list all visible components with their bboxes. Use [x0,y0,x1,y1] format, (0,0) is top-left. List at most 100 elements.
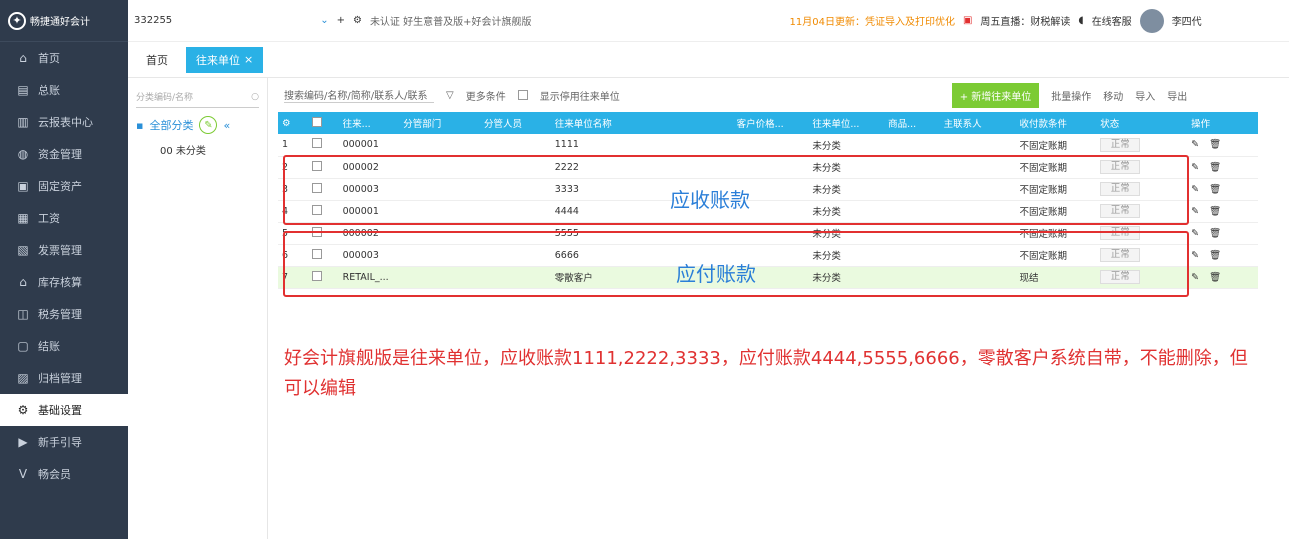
sidebar-item-label: 总账 [38,84,60,97]
select-all-checkbox[interactable] [308,112,339,134]
sidebar-item[interactable]: ◫ 税务管理 [0,298,128,330]
header-cell[interactable]: 收付款条件 [1015,112,1097,134]
user-name[interactable]: 李四代 [1172,13,1202,28]
sidebar-item[interactable]: ▨ 归档管理 [0,362,128,394]
operations-cell: ✎ 🗑 [1187,156,1258,179]
category-search-input[interactable]: 分类编码/名称 ○ [136,86,259,108]
auth-notice: 未认证 好生意普及版+好会计旗舰版 [369,17,532,28]
header-cell[interactable]: 往来单位... [808,112,885,134]
sidebar-item[interactable]: ▥ 云报表中心 [0,106,128,138]
delete-icon[interactable]: 🗑 [1209,228,1221,239]
update-notice[interactable]: 11月04日更新：凭证导入及打印优化 [790,13,955,28]
edit-icon[interactable]: ✎ [199,116,218,134]
header-cell[interactable]: 客户价格... [732,112,809,134]
edit-icon[interactable]: ✎ [1191,272,1199,283]
live-notice[interactable]: 周五直播：财税解读 [980,13,1070,28]
import-button[interactable]: 导入 [1135,88,1155,103]
sidebar-item-label: 结账 [38,340,60,353]
row-number: 1 [278,134,309,157]
header-cell[interactable]: 分管部门 [399,112,481,134]
close-icon[interactable]: × [244,53,253,66]
filter-icon[interactable]: ▽ [446,90,454,101]
avatar[interactable] [1139,8,1164,33]
nav-icon: ▦ [17,211,29,225]
category-tree-root[interactable]: ▪ 全部分类 ✎ « [136,116,259,134]
sidebar-item[interactable]: ▤ 总账 [0,74,128,106]
sidebar-item[interactable]: ⌂ 库存核算 [0,266,128,298]
nav-icon: ▣ [17,179,29,193]
sidebar-item[interactable]: ◍ 资金管理 [0,138,128,170]
tab-home[interactable]: 首页 [136,47,178,73]
delete-icon[interactable]: 🗑 [1209,162,1221,173]
collapse-icon[interactable]: « [223,119,230,132]
header-cell[interactable]: 往来... [338,112,400,134]
header-cell[interactable]: 分管人员 [480,112,551,134]
header-cell[interactable]: 往来单位名称 [550,112,733,134]
edit-icon[interactable]: ✎ [1191,250,1199,261]
show-disabled-checkbox[interactable] [517,90,528,100]
delete-icon[interactable]: 🗑 [1209,206,1221,217]
column-settings-icon[interactable]: ⚙ [278,112,309,134]
more-conditions-button[interactable]: 更多条件 [466,88,506,103]
settings-icon[interactable]: ⚙ [353,15,362,26]
payment-terms: 不固定账期 [1015,134,1097,157]
row-select-checkbox[interactable] [312,138,323,149]
sidebar-item[interactable]: ⌂ 首页 [0,42,128,74]
header-cell[interactable]: 商品... [884,112,940,134]
edit-icon[interactable]: ✎ [1191,139,1199,150]
partner-search-input[interactable]: 搜索编码/名称/简称/联系人/联系 [284,87,434,103]
live-icon[interactable]: ▣ [963,15,972,26]
delete-icon[interactable]: 🗑 [1209,139,1221,150]
nav-icon: ◍ [17,147,29,161]
add-partner-button[interactable]: + 新增往来单位 [951,82,1040,108]
tab-partner[interactable]: 往来单位 × [186,46,264,73]
sidebar-item[interactable]: ▦ 工资 [0,202,128,234]
category-uncategorized[interactable]: 00 未分类 [136,142,259,157]
delete-icon[interactable]: 🗑 [1209,250,1221,261]
headset-icon: ◖ [1078,15,1084,26]
header-cell[interactable]: 状态 [1096,112,1188,134]
nav-icon: ▧ [17,243,29,257]
sidebar-item[interactable]: ▶ 新手引导 [0,426,128,458]
sidebar-item-label: 固定资产 [38,180,82,193]
row-checkbox[interactable] [308,134,339,157]
category-panel: 分类编码/名称 ○ ▪ 全部分类 ✎ « 00 未分类 [128,78,268,539]
service-link[interactable]: 在线客服 [1092,13,1132,28]
chevron-down-icon[interactable]: ⌄ [320,15,328,26]
export-button[interactable]: 导出 [1167,88,1187,103]
edit-icon[interactable]: ✎ [1191,228,1199,239]
folder-icon: ▪ [136,118,144,132]
batch-operation-button[interactable]: 批量操作 [1051,88,1091,103]
logo-text: 畅捷通好会计 [30,17,90,28]
logo-icon: ✦ [8,11,26,30]
receivable-annotation: 应收账款 [670,188,750,212]
sidebar-item[interactable]: ▢ 结账 [0,330,128,362]
delete-icon[interactable]: 🗑 [1209,272,1221,283]
search-icon[interactable]: ○ [251,92,259,102]
tab-bar: 首页 往来单位 × [128,42,1289,78]
move-button[interactable]: 移动 [1103,88,1123,103]
partner-category: 未分类 [808,134,885,157]
header-cell[interactable]: 主联系人 [939,112,1016,134]
partner-code: 000001 [338,134,400,157]
nav-icon: ▢ [17,339,29,353]
delete-icon[interactable]: 🗑 [1209,184,1221,195]
sidebar-item-label: 库存核算 [38,276,82,289]
edit-icon[interactable]: ✎ [1191,206,1199,217]
table-row[interactable]: 1 000001 1111 未分类 不固定账期 正常 ✎ 🗑 [278,134,1258,157]
nav-icon: ▤ [17,83,29,97]
nav-icon: ▶ [18,435,28,449]
sidebar-item[interactable]: V 畅会员 [0,458,128,490]
add-icon[interactable]: + [337,15,345,26]
sidebar-item[interactable]: ⚙ 基础设置 [0,394,128,426]
sidebar-item-label: 首页 [38,52,60,65]
sidebar-nav: ⌂ 首页 ▤ 总账 ▥ 云报表中心 ◍ 资金管理 ▣ 固定资产 ▦ 工资 ▧ 发票管理 ⌂ 库存核算 ◫ 税务管理… [0,42,128,490]
edit-icon[interactable]: ✎ [1191,184,1199,195]
account-number[interactable]: 332255 [134,15,172,26]
main-content: 搜索编码/名称/简称/联系人/联系 ▽ 更多条件 显示停用往来单位 + 新增往来… [278,78,1289,539]
logo: ✦ 畅捷通好会计 [0,0,128,42]
sidebar-item-label: 云报表中心 [38,116,93,129]
sidebar-item[interactable]: ▧ 发票管理 [0,234,128,266]
edit-icon[interactable]: ✎ [1191,162,1199,173]
sidebar-item[interactable]: ▣ 固定资产 [0,170,128,202]
